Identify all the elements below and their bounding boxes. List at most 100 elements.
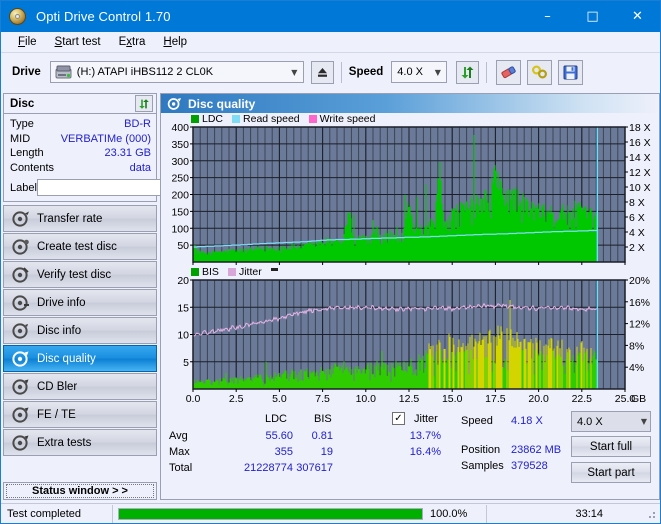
drive-value: (H:) ATAPI iHBS112 2 CL0K <box>76 66 214 78</box>
toolbar-separator-2 <box>486 61 488 83</box>
sidebar-item-drive-info[interactable]: Drive info <box>3 289 157 316</box>
sidebar-item-cd-bler[interactable]: CD Bler <box>3 373 157 400</box>
svg-text:4%: 4% <box>629 362 644 374</box>
sidebar-item-transfer-rate[interactable]: Transfer rate <box>3 205 157 232</box>
close-button[interactable]: ✕ <box>615 1 660 32</box>
sidebar-item-label: Verify test disc <box>37 268 112 281</box>
disc-extra-icon <box>12 434 29 451</box>
bis-plot[interactable]: 20 15 10 5 20% 16% 12% 8% 4% 0.0 2.5 5.0 7.5 10.0 12.5… <box>161 266 659 409</box>
svg-text:5: 5 <box>183 357 189 369</box>
svg-text:7.5: 7.5 <box>315 393 330 405</box>
drive-label: Drive <box>12 66 41 78</box>
legend-label-jitter: Jitter <box>238 266 262 278</box>
sidebar-item-disc-quality[interactable]: Disc quality <box>3 345 157 372</box>
drive-icon <box>55 65 72 79</box>
settings-button[interactable] <box>527 59 553 85</box>
app-window: Opti Drive Control 1.70 – □ ✕ FFileile S… <box>0 0 661 524</box>
sidebar-item-disc-info[interactable]: Disc info <box>3 317 157 344</box>
status-window-label: Status window > > <box>6 484 154 498</box>
drive-info-icon <box>12 294 29 311</box>
legend-swatch-bis <box>191 268 199 276</box>
sidebar-item-label: Disc quality <box>37 352 96 365</box>
sidebar-item-create-test-disc[interactable]: Create test disc <box>3 233 157 260</box>
svg-text:400: 400 <box>171 122 189 134</box>
disc-bler-icon <box>12 378 29 395</box>
svg-text:2 X: 2 X <box>629 242 645 254</box>
menu-extra[interactable]: Extra <box>110 34 155 50</box>
eraser-icon <box>501 66 516 79</box>
legend-marker-icon <box>270 267 278 271</box>
svg-text:10: 10 <box>177 330 189 342</box>
svg-text:200: 200 <box>171 190 189 202</box>
legend-label-read-speed: Read speed <box>243 113 300 125</box>
eject-button[interactable] <box>310 60 334 84</box>
svg-text:22.5: 22.5 <box>572 393 593 405</box>
refresh-icon <box>461 66 474 78</box>
legend-label-write-speed: Write speed <box>319 113 376 125</box>
app-disc-icon <box>7 6 29 28</box>
maximize-button[interactable]: □ <box>570 1 615 32</box>
eject-icon <box>317 67 327 77</box>
svg-text:12.5: 12.5 <box>399 393 420 405</box>
save-button[interactable] <box>558 59 584 85</box>
legend-swatch-write-speed <box>308 115 317 123</box>
chevron-down-icon: ▼ <box>640 417 647 426</box>
stats-row-max-label: Max <box>169 446 190 458</box>
stats-row-total-label: Total <box>169 462 193 474</box>
legend-entry-read-speed: Read speed <box>232 113 300 125</box>
drive-select[interactable]: (H:) ATAPI iHBS112 2 CL0K ▼ <box>49 61 304 83</box>
start-part-button[interactable]: Start part <box>571 462 651 483</box>
svg-text:50: 50 <box>177 240 189 252</box>
minimize-button[interactable]: – <box>525 1 570 32</box>
progress-bar-fill <box>119 508 422 519</box>
disc-length-value: 23.31 GB <box>104 147 151 159</box>
sidebar-item-verify-test-disc[interactable]: Verify test disc <box>3 261 157 288</box>
sidebar-item-label: FE / TE <box>37 408 76 421</box>
disc-header-label: Disc <box>10 97 35 110</box>
disc-write-icon <box>12 238 29 255</box>
svg-text:10 X: 10 X <box>629 182 651 194</box>
legend-entry-write-speed: Write speed <box>308 113 376 125</box>
sidebar-item-extra-tests[interactable]: Extra tests <box>3 429 157 456</box>
title-bar: Opti Drive Control 1.70 – □ ✕ <box>1 1 660 32</box>
disc-info-box: Disc Type BD-R MID VERBATIMe (000) Lengt… <box>3 93 208 202</box>
legend-label-ldc: LDC <box>202 113 224 125</box>
stats-total-bis: 307617 <box>296 462 333 474</box>
speed-select[interactable]: 4.0 X ▼ <box>391 61 448 83</box>
start-full-button[interactable]: Start full <box>571 436 651 457</box>
svg-text:8%: 8% <box>629 340 644 352</box>
erase-button[interactable] <box>496 59 522 85</box>
svg-text:12%: 12% <box>629 319 650 331</box>
sidebar-item-fe-te[interactable]: FE / TE <box>3 401 157 428</box>
menu-file[interactable]: FFileile <box>9 34 46 50</box>
disc-refresh-button[interactable] <box>135 95 153 112</box>
panel-title: Disc quality <box>188 96 256 111</box>
resize-grip-icon[interactable] <box>645 508 657 520</box>
menu-start-test[interactable]: Start test <box>46 34 110 50</box>
stats-panel: LDC BIS ✓ Jitter Avg 55.60 0.81 13.7% Ma… <box>161 408 659 501</box>
stats-col-ldc: LDC <box>265 413 288 425</box>
ldc-plot[interactable]: 400 350 300 250 200 150 100 50 18 X 16 X 14 X 12 X 1… <box>161 113 659 265</box>
refresh-button[interactable] <box>456 60 480 84</box>
speed-key: Speed <box>461 415 493 427</box>
stats-max-jitter: 16.4% <box>409 446 441 458</box>
toolbar-separator <box>340 61 342 83</box>
disc-mid-value: VERBATIMe (000) <box>60 132 151 145</box>
svg-text:0.0: 0.0 <box>186 393 201 405</box>
svg-text:18 X: 18 X <box>629 122 651 134</box>
svg-text:150: 150 <box>171 206 189 218</box>
disc-info-icon <box>12 322 28 339</box>
disc-contents-key: Contents <box>10 161 55 174</box>
jitter-label: Jitter <box>414 413 438 425</box>
disc-label-row: Label <box>10 178 208 197</box>
result-speed-select[interactable]: 4.0 X ▼ <box>571 411 651 432</box>
plugs-icon <box>531 65 547 79</box>
disc-quality-icon <box>12 350 29 367</box>
legend-entry-ldc: LDC <box>191 113 223 125</box>
jitter-checkbox[interactable]: ✓ <box>392 412 405 425</box>
position-value: 23862 MB <box>511 444 562 456</box>
refresh-icon <box>139 98 149 109</box>
menu-help[interactable]: Help <box>154 34 196 50</box>
status-window-button[interactable]: Status window > > <box>3 482 157 500</box>
window-title: Opti Drive Control 1.70 <box>36 9 171 24</box>
